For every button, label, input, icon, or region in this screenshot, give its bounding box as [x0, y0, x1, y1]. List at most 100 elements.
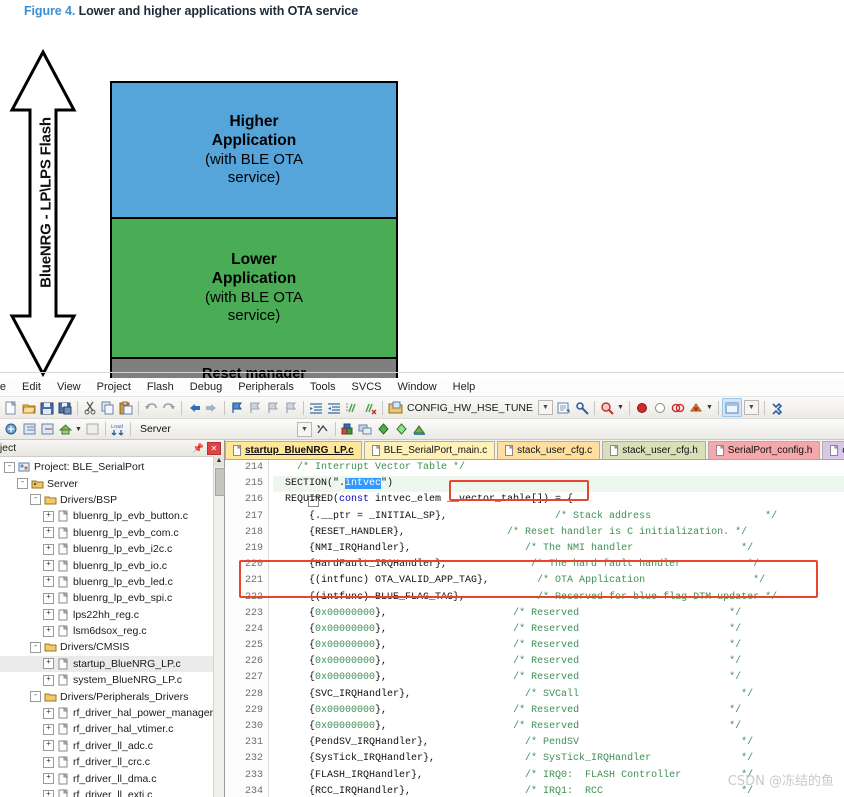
pack-installer-icon[interactable]: [339, 421, 357, 438]
find-chevron-down-icon[interactable]: ▼: [617, 404, 624, 411]
code-lines[interactable]: /* Interrupt Vector Table */ SECTION(".i…: [273, 460, 844, 797]
find-in-files-icon[interactable]: [598, 399, 616, 416]
tree-item[interactable]: +rf_driver_ll_crc.c: [0, 754, 224, 770]
menu-item-window[interactable]: Window: [390, 381, 445, 393]
collapse-toggle-icon[interactable]: -: [30, 494, 41, 505]
scroll-up-button[interactable]: ▲: [214, 456, 224, 467]
menu-item-peripherals[interactable]: Peripherals: [230, 381, 302, 393]
copy-icon[interactable]: [99, 399, 117, 416]
close-icon[interactable]: ✕: [207, 442, 221, 455]
configure-icon[interactable]: [573, 399, 591, 416]
editor-tab[interactable]: stack_user_cfg.h: [602, 441, 706, 459]
code-line[interactable]: SECTION(".intvec"): [273, 476, 844, 492]
uncomment-icon[interactable]: [361, 399, 379, 416]
target-combo-value[interactable]: CONFIG_HW_HSE_TUNE: [404, 402, 536, 414]
menu-item-project[interactable]: Project: [89, 381, 139, 393]
back-icon[interactable]: [185, 399, 203, 416]
code-line[interactable]: {NMI_IRQHandler}, /* The NMI handler */: [273, 541, 844, 557]
scroll-thumb[interactable]: [215, 468, 225, 496]
indent-icon[interactable]: [307, 399, 325, 416]
menu-item-tools[interactable]: Tools: [302, 381, 344, 393]
tree-item[interactable]: -Drivers/BSP: [0, 492, 224, 508]
manage-run-env-icon[interactable]: [314, 421, 332, 438]
code-line[interactable]: {.__ptr = _INITIAL_SP}, /* Stack address…: [273, 509, 844, 525]
code-line[interactable]: {HardFault_IRQHandler}, /* The hard faul…: [273, 557, 844, 573]
new-file-icon[interactable]: [2, 399, 20, 416]
tree-item[interactable]: +rf_driver_ll_exti.c: [0, 787, 224, 797]
code-view[interactable]: 2142152162172182192202212222232242252262…: [225, 460, 844, 797]
code-line[interactable]: {(intfunc) OTA_VALID_APP_TAG}, /* OTA Ap…: [273, 573, 844, 589]
tree-item[interactable]: -Project: BLE_SerialPort: [0, 459, 224, 475]
menu-item-view[interactable]: View: [49, 381, 89, 393]
code-line[interactable]: {0x00000000}, /* Reserved */: [273, 654, 844, 670]
code-line[interactable]: {0x00000000}, /* Reserved */: [273, 622, 844, 638]
expand-toggle-icon[interactable]: +: [43, 544, 54, 555]
editor-tab[interactable]: SerialPort_config.h: [708, 441, 821, 459]
expand-toggle-icon[interactable]: +: [43, 593, 54, 604]
window-layout-chevron-down-icon[interactable]: ▼: [744, 400, 759, 415]
breakpoint-enable-icon[interactable]: [687, 399, 705, 416]
code-line[interactable]: {0x00000000}, /* Reserved */: [273, 703, 844, 719]
editor-tab[interactable]: startup_BlueNRG_LP.c: [225, 441, 362, 459]
save-all-icon[interactable]: [56, 399, 74, 416]
code-line[interactable]: /* Interrupt Vector Table */: [273, 460, 844, 476]
editor-tab[interactable]: custo: [822, 441, 844, 459]
tree-item[interactable]: +bluenrg_lp_evb_io.c: [0, 557, 224, 573]
cut-icon[interactable]: [81, 399, 99, 416]
editor-tab[interactable]: stack_user_cfg.c: [497, 441, 600, 459]
pin-icon[interactable]: 📌: [193, 443, 204, 454]
insert-bookmark-icon[interactable]: [20, 421, 38, 438]
expand-toggle-icon[interactable]: +: [43, 560, 54, 571]
menu-item-help[interactable]: Help: [445, 381, 484, 393]
batch-build-icon[interactable]: [555, 399, 573, 416]
open-folder-icon[interactable]: [20, 399, 38, 416]
server-combo-chevron-down-icon[interactable]: ▼: [297, 422, 312, 437]
code-line[interactable]: REQUIRED(const intvec_elem __vector_tabl…: [273, 492, 844, 508]
tree-item[interactable]: +bluenrg_lp_evb_i2c.c: [0, 541, 224, 557]
expand-toggle-icon[interactable]: +: [43, 740, 54, 751]
code-line[interactable]: {0x00000000}, /* Reserved */: [273, 719, 844, 735]
project-tree[interactable]: -Project: BLE_SerialPort-Server-Drivers/…: [0, 457, 224, 797]
expand-toggle-icon[interactable]: +: [43, 576, 54, 587]
tree-item[interactable]: +startup_BlueNRG_LP.c: [0, 656, 224, 672]
tree-item[interactable]: +bluenrg_lp_evb_spi.c: [0, 590, 224, 606]
editor-tab[interactable]: BLE_SerialPort_main.c: [364, 441, 495, 459]
multi-project-icon[interactable]: [357, 421, 375, 438]
menu-item-svcs[interactable]: SVCS: [344, 381, 390, 393]
tree-item[interactable]: +bluenrg_lp_evb_button.c: [0, 508, 224, 524]
expand-toggle-icon[interactable]: +: [43, 626, 54, 637]
menu-item-edit[interactable]: Edit: [14, 381, 49, 393]
tree-item[interactable]: +rf_driver_hal_power_manager.c: [0, 705, 224, 721]
project-scrollbar[interactable]: ▲: [213, 456, 224, 797]
window-layout-icon[interactable]: [722, 398, 742, 417]
code-line[interactable]: {SysTick_IRQHandler}, /* SysTick_IRQHand…: [273, 751, 844, 767]
code-line[interactable]: {0x00000000}, /* Reserved */: [273, 670, 844, 686]
expand-toggle-icon[interactable]: +: [43, 527, 54, 538]
tree-item[interactable]: +rf_driver_ll_adc.c: [0, 738, 224, 754]
tree-item[interactable]: +bluenrg_lp_evb_led.c: [0, 574, 224, 590]
collapse-toggle-icon[interactable]: -: [4, 462, 15, 473]
bookmark-icon[interactable]: [228, 399, 246, 416]
expand-toggle-icon[interactable]: +: [43, 773, 54, 784]
tree-item[interactable]: +lsm6dsox_reg.c: [0, 623, 224, 639]
menu-item-flash[interactable]: Flash: [139, 381, 182, 393]
tree-item[interactable]: +lps22hh_reg.c: [0, 607, 224, 623]
breakpoint-disable-icon[interactable]: [651, 399, 669, 416]
expand-toggle-icon[interactable]: +: [43, 724, 54, 735]
target-options-icon[interactable]: [386, 399, 404, 416]
tree-item[interactable]: +rf_driver_ll_dma.c: [0, 770, 224, 786]
tree-item[interactable]: +rf_driver_hal_vtimer.c: [0, 721, 224, 737]
paste-icon[interactable]: [117, 399, 135, 416]
code-line[interactable]: {RESET_HANDLER}, /* Reset handler is C i…: [273, 525, 844, 541]
breakpoint-kill-all-icon[interactable]: [669, 399, 687, 416]
manage-components-icon[interactable]: [393, 421, 411, 438]
expand-toggle-icon[interactable]: +: [43, 790, 54, 797]
target-select-icon[interactable]: [375, 421, 393, 438]
expand-toggle-icon[interactable]: +: [43, 658, 54, 669]
breakpoint-chevron-down-icon[interactable]: ▼: [706, 404, 713, 411]
target-combo-chevron-down-icon[interactable]: ▼: [538, 400, 553, 415]
code-line[interactable]: {PendSV_IRQHandler}, /* PendSV */: [273, 735, 844, 751]
save-icon[interactable]: [38, 399, 56, 416]
breakpoint-icon[interactable]: [633, 399, 651, 416]
remove-bookmark-icon[interactable]: [38, 421, 56, 438]
